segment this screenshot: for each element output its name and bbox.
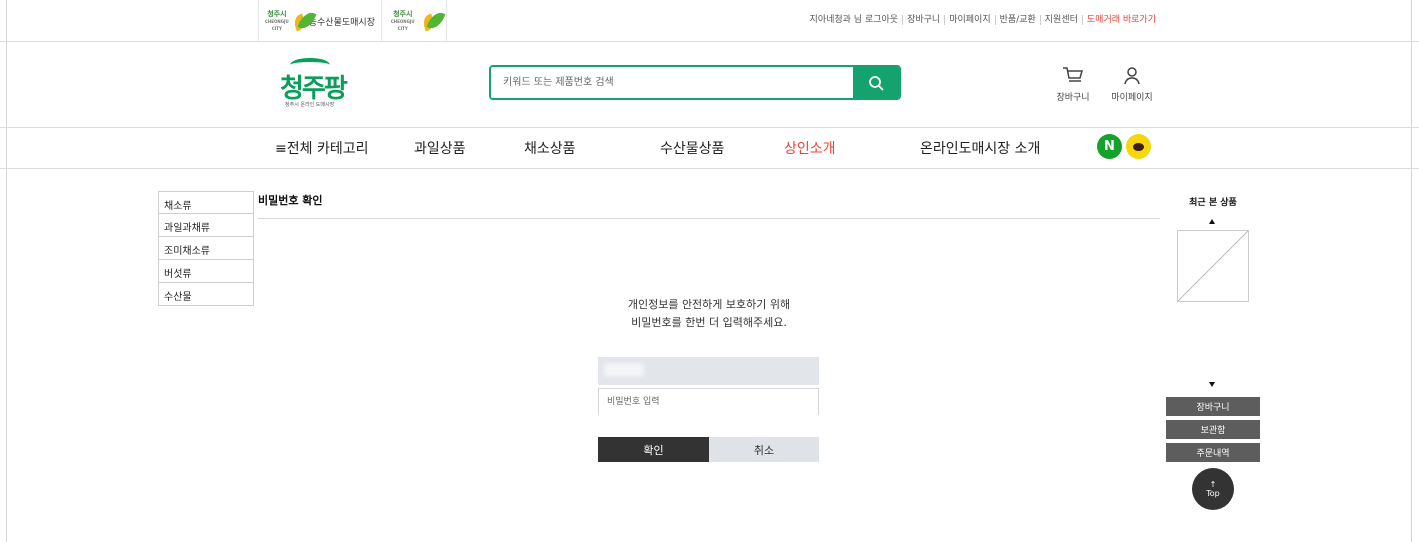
city-mark: 청주시 CHEONGJU CITY xyxy=(390,9,415,31)
nav-all-categories[interactable]: ≡전체 카테고리 xyxy=(275,138,368,158)
category-item[interactable]: 버섯류 xyxy=(158,260,254,283)
top-label: Top xyxy=(1206,489,1220,498)
category-item[interactable]: 과일과채류 xyxy=(158,214,254,237)
recent-product-thumbnail[interactable] xyxy=(1177,230,1249,302)
return-exchange-link[interactable]: 반품/교환 xyxy=(994,15,1040,25)
nav-vegetable[interactable]: 채소상품 xyxy=(524,138,576,158)
naver-icon[interactable]: N xyxy=(1097,134,1122,159)
kakao-chat-icon[interactable] xyxy=(1126,134,1151,159)
mypage-label: 마이페이지 xyxy=(1111,93,1153,103)
category-item[interactable]: 수산물 xyxy=(158,283,254,306)
city-mark: 청주시 CHEONGJU CITY xyxy=(265,9,289,31)
nav-seafood[interactable]: 수산물상품 xyxy=(660,138,724,158)
header: 청주팡 청주시 온라인 도매시장 장바구니 마이페이지 xyxy=(0,42,1419,128)
nav-fruit[interactable]: 과일상품 xyxy=(414,138,466,158)
main-nav: ≡전체 카테고리 과일상품 채소상품 수산물상품 상인소개 온라인도매시장 소개… xyxy=(0,128,1419,169)
user-id-field xyxy=(598,357,819,385)
quick-storage-button[interactable]: 보관함 xyxy=(1166,420,1260,439)
category-list: 채소류 과일과채류 조미채소류 버섯류 수산물 xyxy=(158,191,254,306)
brand-subtitle: 청주시 온라인 도매시장 xyxy=(285,102,335,108)
scroll-top-button[interactable]: ↑ Top xyxy=(1192,468,1234,510)
cancel-button[interactable]: 취소 xyxy=(709,437,819,462)
brand-word: 청주팡 xyxy=(280,74,348,104)
leaf-logo-icon xyxy=(420,9,445,32)
page-title: 비밀번호 확인 xyxy=(258,194,323,207)
support-center-link[interactable]: 지원센터 xyxy=(1039,15,1082,25)
scroll-down-arrow-icon[interactable] xyxy=(1209,382,1215,387)
top-links: 지아네청과 님 로그아웃 장바구니 마이페이지 반품/교환 지원센터 도매거래 … xyxy=(806,15,1160,25)
nav-market-intro[interactable]: 온라인도매시장 소개 xyxy=(920,138,1040,158)
leaf-logo-icon xyxy=(291,9,317,32)
market-logo-text: 농수산물도매시장 xyxy=(308,17,375,28)
password-field-wrap xyxy=(598,388,819,415)
scroll-up-arrow-icon[interactable] xyxy=(1209,219,1215,224)
confirm-button[interactable]: 확인 xyxy=(598,437,709,462)
wholesale-shortcut-link[interactable]: 도매거래 바로가기 xyxy=(1081,15,1160,25)
recent-products-title: 최근 본 상품 xyxy=(1189,198,1237,208)
user-icon xyxy=(1124,67,1140,85)
notice-line: 비밀번호를 한번 더 입력해주세요. xyxy=(631,316,787,329)
city-logo-link[interactable]: 청주시 CHEONGJU CITY xyxy=(381,0,447,42)
category-item[interactable]: 채소류 xyxy=(158,191,254,214)
header-cart-button[interactable]: 장바구니 xyxy=(1048,64,1098,103)
quick-cart-button[interactable]: 장바구니 xyxy=(1166,397,1260,416)
title-divider xyxy=(258,218,1160,219)
arrow-up-icon: ↑ xyxy=(1209,480,1217,489)
category-item[interactable]: 조미채소류 xyxy=(158,237,254,260)
cart-label: 장바구니 xyxy=(1056,93,1090,103)
blurred-user-id xyxy=(604,363,644,377)
brand-logo[interactable]: 청주팡 청주시 온라인 도매시장 xyxy=(280,58,360,118)
cart-icon xyxy=(1063,67,1083,82)
header-mypage-button[interactable]: 마이페이지 xyxy=(1104,64,1160,103)
notice-line: 개인정보를 안전하게 보호하기 위해 xyxy=(627,298,791,311)
market-logo-link[interactable]: 청주시 CHEONGJU CITY 농수산물도매시장 xyxy=(258,0,382,42)
empty-image-icon xyxy=(1177,230,1249,302)
search-icon xyxy=(869,75,884,90)
logout-link[interactable]: 지아네청과 님 로그아웃 xyxy=(806,15,903,25)
quick-orders-button[interactable]: 주문내역 xyxy=(1166,443,1260,462)
search-bar xyxy=(489,65,901,100)
search-input[interactable] xyxy=(491,67,853,98)
password-notice: 개인정보를 안전하게 보호하기 위해 비밀번호를 한번 더 입력해주세요. xyxy=(589,296,829,332)
search-button[interactable] xyxy=(853,67,899,98)
nav-merchant-intro[interactable]: 상인소개 xyxy=(784,138,836,158)
mypage-link[interactable]: 마이페이지 xyxy=(944,15,994,25)
top-bar: 청주시 CHEONGJU CITY 농수산물도매시장 청주시 CHEONGJU CI… xyxy=(0,0,1419,42)
cart-link[interactable]: 장바구니 xyxy=(902,15,944,25)
password-input[interactable] xyxy=(599,389,818,415)
